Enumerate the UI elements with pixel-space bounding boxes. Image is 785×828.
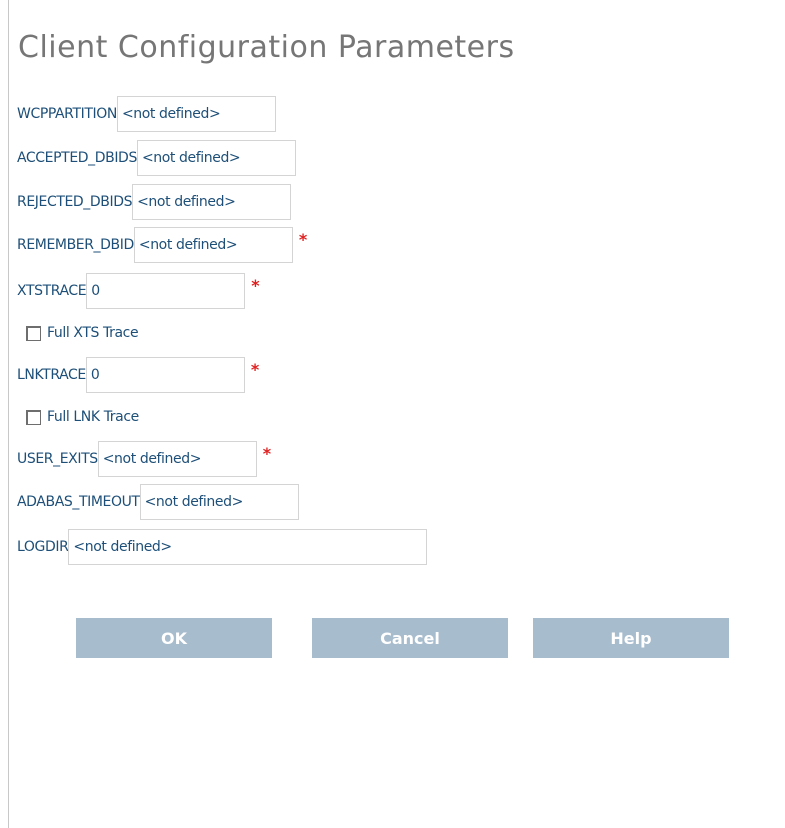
full-lnk-trace-option[interactable]: Full LNK Trace xyxy=(26,406,139,428)
xtstrace-required-marker: * xyxy=(251,275,260,295)
wcppartition-label: WCPPARTITION xyxy=(17,106,117,122)
accepted-dbids-input[interactable]: <not defined> xyxy=(136,140,296,176)
left-border-divider xyxy=(8,0,9,828)
row-xtstrace: XTSTRACE 0 * xyxy=(17,273,260,309)
adabas-timeout-input[interactable]: <not defined> xyxy=(139,484,299,520)
user-exits-input[interactable]: <not defined> xyxy=(97,441,257,477)
logdir-input[interactable]: <not defined> xyxy=(68,529,428,565)
logdir-label: LOGDIR xyxy=(17,539,69,555)
help-button[interactable]: Help xyxy=(533,618,729,658)
xtstrace-label: XTSTRACE xyxy=(17,283,87,299)
user-exits-required-marker: * xyxy=(262,443,272,463)
lnktrace-label: LNKTRACE xyxy=(17,367,86,383)
rejected-dbids-label: REJECTED_DBIDS xyxy=(17,194,133,210)
wcppartition-input[interactable]: <not defined> xyxy=(116,96,276,132)
row-user-exits: USER_EXITS <not defined> * xyxy=(17,441,272,477)
cancel-button[interactable]: Cancel xyxy=(312,618,508,658)
row-rejected-dbids: REJECTED_DBIDS <not defined> xyxy=(17,184,292,220)
accepted-dbids-label: ACCEPTED_DBIDS xyxy=(17,150,137,166)
row-wcppartition: WCPPARTITION <not defined> xyxy=(17,96,276,132)
ok-button[interactable]: OK xyxy=(76,618,272,658)
lnktrace-input[interactable]: 0 xyxy=(85,357,245,393)
full-xts-trace-label: Full XTS Trace xyxy=(47,325,139,341)
full-lnk-trace-checkbox[interactable] xyxy=(26,409,41,425)
row-logdir: LOGDIR <not defined> xyxy=(17,529,428,565)
row-adabas-timeout: ADABAS_TIMEOUT <not defined> xyxy=(17,484,299,520)
user-exits-label: USER_EXITS xyxy=(17,451,98,467)
remember-dbid-label: REMEMBER_DBID xyxy=(17,237,134,253)
lnktrace-required-marker: * xyxy=(250,359,260,379)
row-lnktrace: LNKTRACE 0 * xyxy=(17,357,260,393)
remember-dbid-input[interactable]: <not defined> xyxy=(133,227,293,263)
page-title: Client Configuration Parameters xyxy=(18,30,515,65)
xtstrace-input[interactable]: 0 xyxy=(86,273,246,309)
row-accepted-dbids: ACCEPTED_DBIDS <not defined> xyxy=(17,140,296,176)
adabas-timeout-label: ADABAS_TIMEOUT xyxy=(17,494,140,510)
rejected-dbids-input[interactable]: <not defined> xyxy=(132,184,292,220)
full-lnk-trace-label: Full LNK Trace xyxy=(47,409,139,425)
remember-dbid-required-marker: * xyxy=(298,229,308,249)
client-configuration-page: Client Configuration Parameters WCPPARTI… xyxy=(0,0,785,828)
full-xts-trace-checkbox[interactable] xyxy=(26,325,41,341)
full-xts-trace-option[interactable]: Full XTS Trace xyxy=(26,322,139,344)
row-remember-dbid: REMEMBER_DBID <not defined> * xyxy=(17,227,308,263)
